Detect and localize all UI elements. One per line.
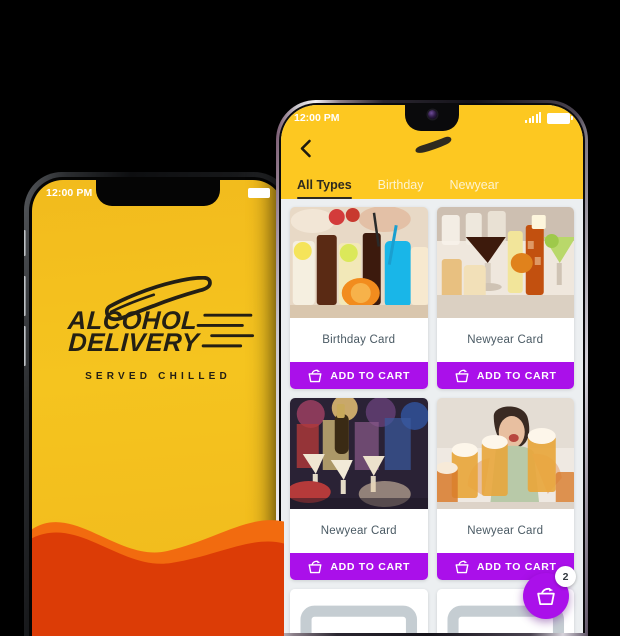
app-screen: 12:00 PM All Types Birthday Newyear Birt… [281,105,583,633]
basket-icon [455,560,469,573]
cart-fab-button[interactable]: 2 [523,566,576,619]
image-art [290,398,428,509]
tab-birthday[interactable]: Birthday [378,178,424,199]
header-bottle-icon [410,133,454,160]
signal-bars-icon [525,112,541,123]
speed-lines-icon [196,313,255,348]
product-card-placeholder[interactable] [290,589,428,633]
status-icons [525,112,573,124]
battery-icon [547,112,573,124]
add-to-cart-button[interactable]: ADD TO CART [436,362,574,389]
waterdrop-notch [405,105,459,131]
wave-orange-deep-decoration [32,532,284,636]
right-phone-device: 12:00 PM All Types Birthday Newyear Birt… [276,100,588,636]
bottle-icon-glyph [415,136,452,153]
basket-icon [455,369,469,382]
add-to-cart-button[interactable]: ADD TO CART [290,553,428,580]
nav-bar [281,131,583,165]
placeholder-glyph [300,605,418,633]
product-image-beer-cheers-woman [436,398,574,509]
volume-down-button[interactable] [24,326,26,366]
product-title: Newyear Card [467,334,544,346]
alcohol-delivery-logo-mark: ALCOHOL DELIVERY [66,276,255,357]
add-to-cart-button[interactable]: ADD TO CART [290,362,428,389]
app-mockup-scene: 12:00 PM ALCOHOL DELIVERY SERVED CHILLED… [0,0,620,636]
app-header: 12:00 PM All Types Birthday Newyear [281,105,583,199]
product-image-cocktails-colorful [290,207,428,318]
product-title: Birthday Card [322,334,396,346]
product-image-party-toast [290,398,428,509]
left-phone-bezel: 12:00 PM ALCOHOL DELIVERY SERVED CHILLED [29,177,287,636]
basket-icon [308,369,322,382]
add-to-cart-label: ADD TO CART [330,560,411,573]
image-placeholder-icon [290,589,428,633]
left-phone-device: 12:00 PM ALCOHOL DELIVERY SERVED CHILLED [24,172,292,636]
right-phone-bezel: 12:00 PM All Types Birthday Newyear Birt… [279,103,585,633]
image-art [436,207,574,318]
tab-all-types[interactable]: All Types [297,178,352,199]
chevron-left-glyph [300,139,311,157]
logo-tagline: SERVED CHILLED [85,370,231,382]
product-card[interactable]: Newyear Card ADD TO CART [436,207,574,389]
splash-logo: ALCOHOL DELIVERY ALCOHOL DELIVERY SERVED… [32,276,284,384]
tab-newyear[interactable]: Newyear [450,178,499,199]
image-art [290,207,428,318]
front-camera-icon [427,110,437,119]
product-grid: Birthday Card ADD TO CART Newyear Card A… [281,199,583,633]
product-title: Newyear Card [467,525,544,537]
product-image-cocktails-bar [436,207,574,318]
svg-text:DELIVERY: DELIVERY [68,329,202,357]
product-card[interactable]: Newyear Card ADD TO CART [436,398,574,580]
add-to-cart-label: ADD TO CART [476,369,557,382]
product-card[interactable]: Birthday Card ADD TO CART [290,207,428,389]
product-card[interactable]: Newyear Card ADD TO CART [290,398,428,580]
status-time: 12:00 PM [294,112,340,124]
chevron-left-icon[interactable] [294,137,316,159]
basket-icon [308,560,322,573]
type-tabs: All Types Birthday Newyear [281,165,583,199]
silent-switch-button[interactable] [24,230,26,256]
image-art [436,398,574,509]
left-status-time: 12:00 PM [46,187,93,199]
product-title: Newyear Card [320,525,397,537]
volume-up-button[interactable] [24,276,26,316]
add-to-cart-label: ADD TO CART [330,369,411,382]
add-to-cart-label: ADD TO CART [476,560,557,573]
splash-screen: 12:00 PM ALCOHOL DELIVERY SERVED CHILLED [32,180,284,636]
basket-icon [537,587,555,605]
ios-notch [96,180,220,206]
battery-icon [248,188,270,198]
cart-badge-count: 2 [555,566,576,587]
